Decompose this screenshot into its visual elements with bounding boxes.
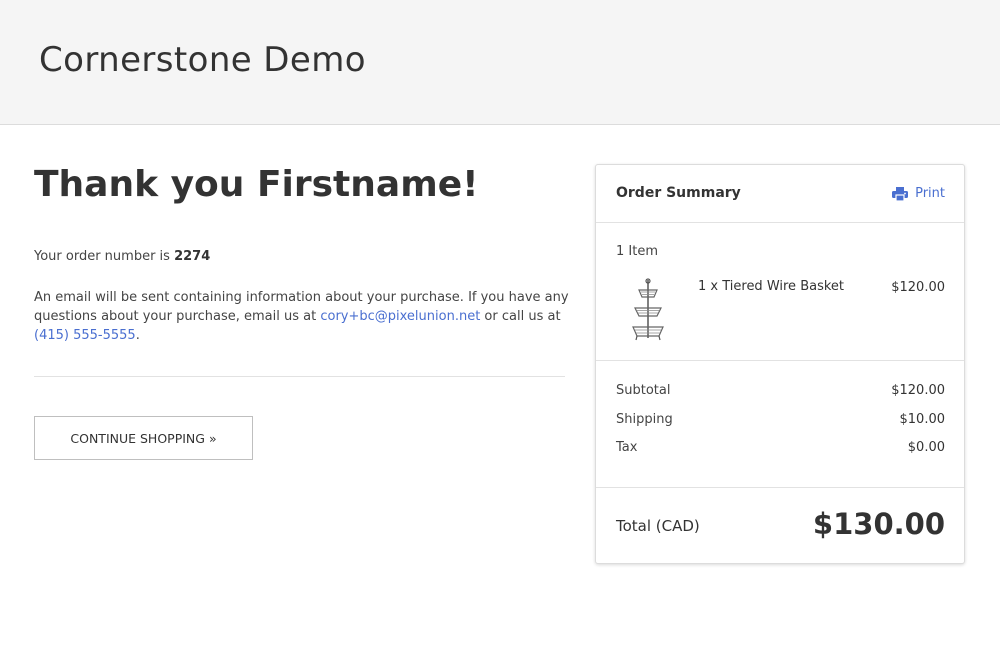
order-number-prefix: Your order number is xyxy=(34,249,175,264)
divider xyxy=(34,376,565,377)
support-email-link[interactable]: cory+bc@pixelunion.net xyxy=(320,309,480,324)
shipping-label: Shipping xyxy=(616,412,673,427)
product-price: $120.00 xyxy=(891,280,945,295)
thank-you-heading: Thank you Firstname! xyxy=(34,164,479,205)
wire-basket-product-image xyxy=(616,278,680,342)
order-summary-title: Order Summary xyxy=(616,185,741,201)
support-phone-link[interactable]: (415) 555-5555 xyxy=(34,328,136,343)
order-totals-section: Subtotal $120.00 Shipping $10.00 Tax $0.… xyxy=(596,361,964,488)
continue-shopping-button[interactable]: CONTINUE SHOPPING » xyxy=(34,416,253,460)
order-summary-header: Order Summary Print xyxy=(596,165,964,223)
order-summary-panel: Order Summary Print 1 Item 1 x Tiered Wi… xyxy=(595,164,965,564)
order-items-section: 1 Item 1 x Tiered Wire Basket $120.00 xyxy=(596,223,964,361)
print-label: Print xyxy=(915,186,945,201)
order-number: 2274 xyxy=(174,249,211,264)
order-number-line: Your order number is 2274 xyxy=(34,249,210,264)
site-header: Cornerstone Demo xyxy=(0,0,1000,125)
print-button[interactable]: Print xyxy=(892,186,945,201)
email-text-2: or call us at xyxy=(480,309,561,324)
printer-icon xyxy=(892,186,909,201)
subtotal-label: Subtotal xyxy=(616,383,671,398)
total-value: $130.00 xyxy=(812,507,945,541)
tax-label: Tax xyxy=(616,440,638,455)
items-count: 1 Item xyxy=(616,244,658,259)
product-name[interactable]: 1 x Tiered Wire Basket xyxy=(698,279,844,294)
tax-value: $0.00 xyxy=(907,440,945,455)
store-title[interactable]: Cornerstone Demo xyxy=(39,40,366,80)
email-text-3: . xyxy=(135,328,140,343)
subtotal-value: $120.00 xyxy=(891,383,945,398)
email-info-paragraph: An email will be sent containing informa… xyxy=(34,288,574,345)
total-label: Total (CAD) xyxy=(616,517,700,535)
shipping-value: $10.00 xyxy=(899,412,946,427)
